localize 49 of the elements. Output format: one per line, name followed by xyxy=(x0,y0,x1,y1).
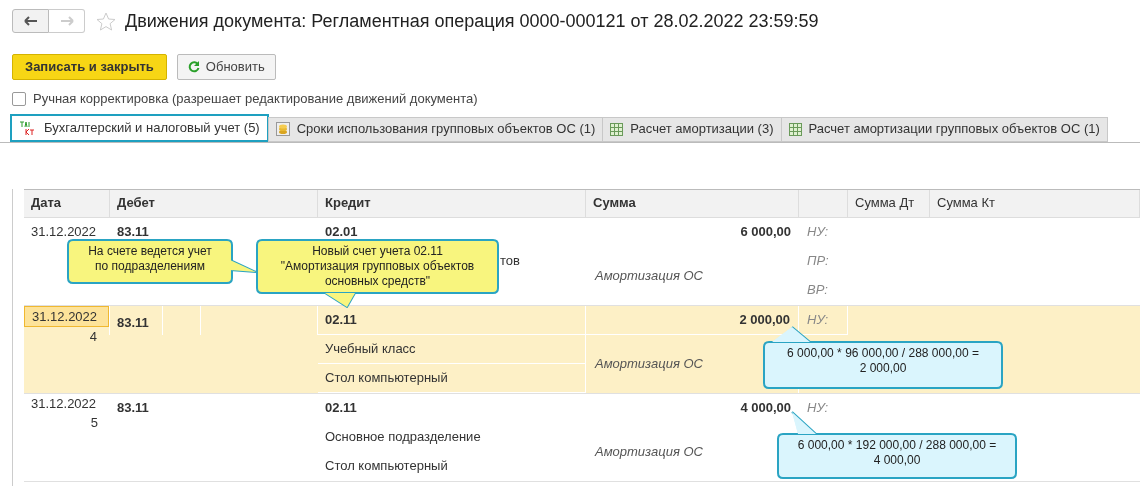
table-cell-text: НУ: xyxy=(807,223,829,242)
table-icon xyxy=(610,122,624,136)
checkbox-label: Ручная корректировка (разрешает редактирование движений документа) xyxy=(33,90,478,108)
table-cell-text: 83.11 xyxy=(117,313,149,332)
table-cell-text: 6 000,00 xyxy=(740,223,791,242)
table-cell-text: 02.11 xyxy=(325,310,357,329)
tab[interactable]: Бухгалтерский и налоговый учет (5) xyxy=(10,113,269,142)
column-header[interactable]: Дебет xyxy=(117,193,155,213)
table-cell-text: Амортизация ОС xyxy=(595,354,703,373)
tab[interactable]: Расчет амортизации групповых объектов ОС (1) xyxy=(780,116,1108,142)
table-cell-text: 2 000,00 xyxy=(739,310,790,329)
table-cell-text: 31.12.2022 xyxy=(32,307,98,326)
coins-icon xyxy=(275,122,290,136)
table-cell-text: 31.12.2022 xyxy=(31,394,97,413)
save-and-close-button[interactable]: Записать и закрыть xyxy=(12,54,167,80)
table-cell-text: Амортизация ОС xyxy=(595,266,703,285)
column-header[interactable]: Сумма Кт xyxy=(937,193,995,213)
table-cell-text: 02.11 xyxy=(325,399,357,418)
table-cell-text: тов xyxy=(500,252,520,271)
right-arrow-icon xyxy=(59,16,74,26)
refresh-icon xyxy=(187,61,200,73)
window-title: Движения документа: Регламентная операция 0000-000121 от 28.02.2022 23:59:59 xyxy=(125,9,819,33)
tab[interactable]: Расчет амортизации (3) xyxy=(602,116,782,142)
table-cell-text: Учебный класс xyxy=(325,339,416,358)
table-cell-text: Стол компьютерный xyxy=(325,457,448,476)
column-header[interactable]: Дата xyxy=(31,193,62,213)
table-cell-text: ВР: xyxy=(807,281,828,300)
column-header[interactable]: Сумма Дт xyxy=(855,193,915,213)
debit-credit-icon xyxy=(19,119,37,136)
table-cell-text: 83.11 xyxy=(117,399,149,418)
table-cell-text: 5 xyxy=(90,414,98,432)
table-icon xyxy=(788,122,802,136)
tab[interactable]: Сроки использования групповых объектов ОС (1) xyxy=(267,116,604,142)
table-cell-text: 31.12.2022 xyxy=(31,223,97,242)
back-button[interactable] xyxy=(12,9,49,33)
checkbox[interactable] xyxy=(12,91,26,106)
star-icon[interactable] xyxy=(96,11,116,31)
table-cell-text: Амортизация ОС xyxy=(595,442,703,461)
table-cell-text: НУ: xyxy=(807,310,829,329)
callout-tooltip: Новый счет учета 02.11 "Амортизация групповых объектов основных средств" xyxy=(255,238,501,310)
table-cell-text: Стол компьютерный xyxy=(325,368,448,387)
left-arrow-icon xyxy=(23,16,38,26)
table-cell-text: Основное подразделение xyxy=(325,428,481,447)
table-cell-text: 4 xyxy=(89,328,97,346)
table-cell-text: 83.11 xyxy=(117,223,149,242)
column-header[interactable]: Сумма xyxy=(593,193,636,213)
refresh-button[interactable]: Обновить xyxy=(176,54,276,80)
column-header[interactable]: Кредит xyxy=(325,193,371,213)
table-cell-text: ПР: xyxy=(807,252,829,271)
